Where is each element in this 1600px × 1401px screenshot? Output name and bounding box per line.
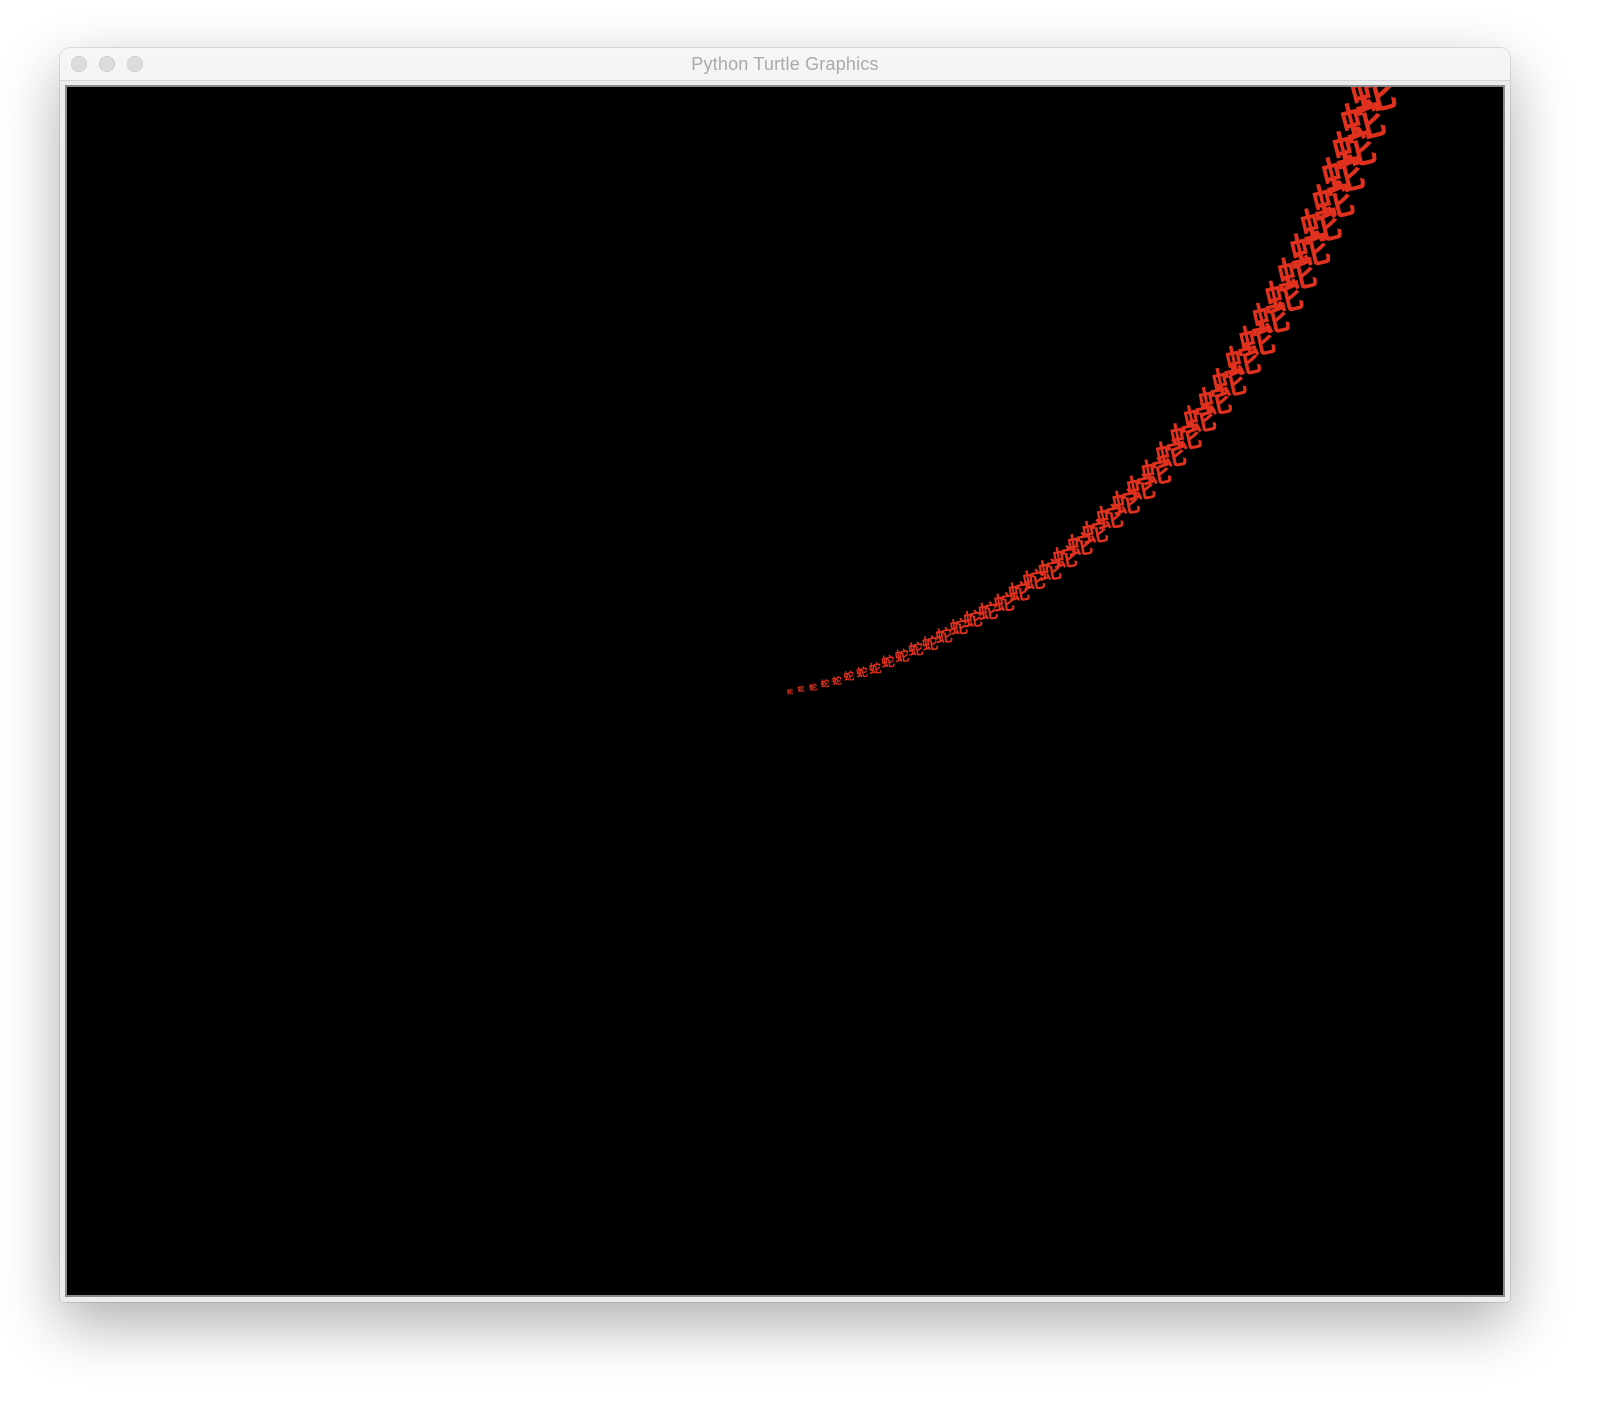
snake-character-stamp: 蛇 (894, 648, 910, 667)
snake-character-stamp: 蛇 (819, 679, 830, 690)
snake-character-stamp: 蛇 (855, 665, 869, 681)
turtle-window: Python Turtle Graphics 蛇蛇蛇蛇蛇蛇蛇蛇蛇蛇蛇蛇蛇蛇蛇蛇蛇… (60, 48, 1510, 1302)
snake-character-stamp: 蛇 (880, 654, 896, 672)
snake-character-stamp: 蛇 (808, 682, 817, 693)
title-bar[interactable]: Python Turtle Graphics (60, 48, 1510, 81)
turtle-canvas[interactable]: 蛇蛇蛇蛇蛇蛇蛇蛇蛇蛇蛇蛇蛇蛇蛇蛇蛇蛇蛇蛇蛇蛇蛇蛇蛇蛇蛇蛇蛇蛇蛇蛇蛇蛇蛇蛇蛇蛇蛇蛇… (67, 87, 1503, 1295)
snake-character-stamp: 蛇 (843, 670, 855, 684)
window-title: Python Turtle Graphics (691, 54, 879, 74)
turtle-canvas-frame: 蛇蛇蛇蛇蛇蛇蛇蛇蛇蛇蛇蛇蛇蛇蛇蛇蛇蛇蛇蛇蛇蛇蛇蛇蛇蛇蛇蛇蛇蛇蛇蛇蛇蛇蛇蛇蛇蛇蛇蛇… (65, 85, 1505, 1297)
snake-character-stamp: 蛇 (786, 688, 794, 697)
snake-character-stamp: 蛇 (868, 661, 883, 677)
snake-character-stamp: 蛇 (797, 685, 805, 695)
snake-character-stamp: 蛇 (831, 675, 843, 688)
